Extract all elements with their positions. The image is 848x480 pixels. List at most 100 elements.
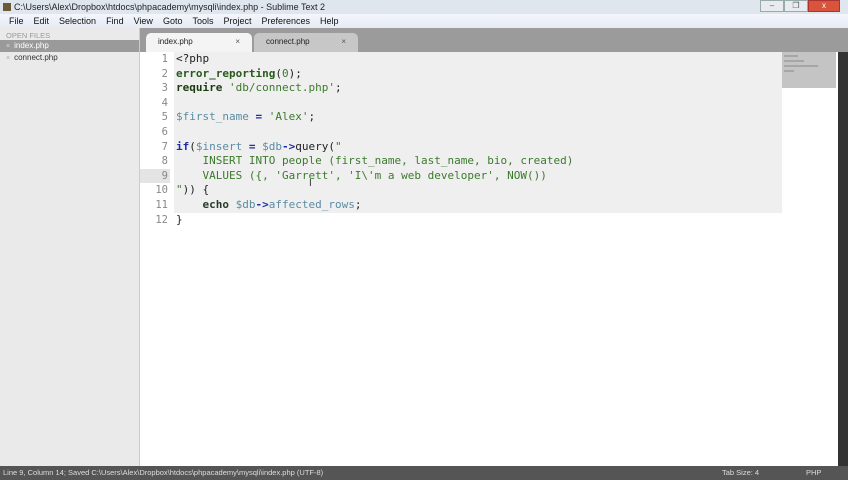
code-token: ; — [354, 197, 362, 211]
code-token: -> — [255, 197, 269, 211]
code-line[interactable]: ")) { — [174, 183, 782, 198]
code-token: $first_name — [176, 110, 249, 124]
tab-index-php[interactable]: index.php × — [146, 33, 252, 52]
tab-close-icon[interactable]: × — [341, 33, 346, 50]
line-number: 5 — [161, 111, 168, 124]
line-number: 11 — [155, 198, 168, 211]
tab-label: index.php — [158, 37, 193, 46]
file-name: index.php — [14, 41, 49, 50]
code-token: ); — [288, 66, 302, 80]
menu-preferences[interactable]: Preferences — [256, 14, 315, 28]
code-token: " — [334, 139, 342, 153]
line-number-gutter: 1 2 3 4 5 6 7 8 9 10 11 12 — [140, 52, 170, 227]
code-token: $insert — [195, 139, 243, 153]
menu-project[interactable]: Project — [218, 14, 256, 28]
code-token: INSERT INTO people (first_name, last_nam… — [176, 154, 574, 168]
tab-close-icon[interactable]: × — [235, 33, 240, 50]
status-message: Line 9, Column 14; Saved C:\Users\Alex\D… — [3, 468, 324, 477]
syntax-selector[interactable]: PHP — [806, 466, 821, 480]
code-line[interactable]: $first_name = 'Alex'; — [174, 110, 782, 125]
code-token: " — [176, 183, 183, 197]
menu-file[interactable]: File — [4, 14, 29, 28]
line-number: 6 — [161, 125, 168, 138]
minimap-line — [784, 65, 818, 67]
status-bar: Line 9, Column 14; Saved C:\Users\Alex\D… — [0, 466, 848, 480]
code-area[interactable]: <?php error_reporting(0); require 'db/conn… — [174, 52, 782, 227]
code-line[interactable]: echo $db->affected_rows; — [174, 197, 782, 213]
code-token: 'db/connect.php' — [228, 81, 335, 95]
maximize-button[interactable]: ❐ — [784, 0, 808, 12]
code-line[interactable]: require 'db/connect.php'; — [174, 81, 782, 96]
line-number: 4 — [161, 96, 168, 109]
code-editor[interactable]: 1 2 3 4 5 6 7 8 9 10 11 12 <?php error_reporting(0);… — [140, 52, 838, 466]
text-cursor-icon: I — [309, 178, 312, 189]
code-token: affected_rows — [268, 197, 355, 211]
menu-edit[interactable]: Edit — [29, 14, 55, 28]
tab-connect-php[interactable]: connect.php × — [254, 33, 358, 52]
menu-help[interactable]: Help — [315, 14, 344, 28]
code-line[interactable]: if($insert = $db->query(" — [174, 139, 782, 155]
open-files-heading: OPEN FILES — [6, 31, 51, 40]
code-token: )) { — [182, 183, 210, 197]
line-number: 10 — [155, 184, 168, 197]
code-line[interactable] — [174, 95, 782, 111]
tab-bar: index.php × connect.php × — [140, 28, 848, 52]
menu-tools[interactable]: Tools — [187, 14, 218, 28]
minimap[interactable] — [782, 52, 836, 88]
sidebar: OPEN FILES × index.php × connect.php — [0, 28, 140, 466]
code-token: <?php — [176, 52, 210, 65]
code-token: ( — [189, 139, 196, 153]
tab-label: connect.php — [266, 37, 310, 46]
code-token: $db — [235, 197, 256, 211]
code-token: require — [176, 81, 223, 95]
menu-goto[interactable]: Goto — [158, 14, 188, 28]
code-line[interactable]: INSERT INTO people (first_name, last_nam… — [174, 154, 782, 169]
close-button[interactable]: x — [808, 0, 840, 12]
code-token: 0 — [281, 66, 289, 80]
app-icon — [3, 3, 11, 11]
line-number: 2 — [161, 67, 168, 80]
code-token: 'Alex' — [268, 110, 309, 124]
line-number: 12 — [155, 213, 168, 226]
close-icon[interactable]: × — [6, 55, 10, 62]
menu-selection[interactable]: Selection — [54, 14, 101, 28]
minimize-button[interactable]: – — [760, 0, 784, 12]
title-bar: C:\Users\Alex\Dropbox\htdocs\phpacademy\… — [0, 0, 848, 14]
tab-size-selector[interactable]: Tab Size: 4 — [722, 466, 759, 480]
code-token: ( — [275, 66, 282, 80]
line-number: 7 — [161, 140, 168, 153]
line-number: 9 — [140, 168, 170, 184]
code-token: ; — [308, 110, 316, 124]
menu-bar: File Edit Selection Find View Goto Tools Projec… — [0, 14, 848, 28]
menu-find[interactable]: Find — [101, 14, 129, 28]
code-line[interactable] — [174, 124, 782, 140]
code-token: ; — [334, 81, 342, 95]
code-token: } — [176, 212, 183, 226]
code-line[interactable]: } — [174, 213, 782, 228]
code-token: if — [176, 139, 190, 153]
sidebar-file-index[interactable]: × index.php — [0, 40, 139, 52]
code-token: $db — [262, 139, 282, 153]
line-number: 8 — [161, 155, 168, 168]
code-line[interactable]: <?php — [174, 52, 782, 67]
code-token: query( — [295, 139, 335, 153]
code-line[interactable]: VALUES ({, 'Garrett', 'I\'m a web develo… — [174, 168, 782, 184]
code-line[interactable]: error_reporting(0); — [174, 66, 782, 82]
file-name: connect.php — [14, 53, 58, 62]
line-number: 3 — [161, 82, 168, 95]
sidebar-file-connect[interactable]: × connect.php — [0, 52, 139, 64]
minimap-line — [784, 55, 798, 57]
code-token: echo — [202, 197, 230, 211]
window-title: C:\Users\Alex\Dropbox\htdocs\phpacademy\… — [14, 2, 325, 12]
code-token: VALUES ({, 'Garrett', 'I\'m a web develo… — [176, 168, 547, 182]
menu-view[interactable]: View — [129, 14, 158, 28]
code-token: -> — [281, 139, 296, 153]
scrollbar[interactable] — [838, 52, 848, 466]
code-token: error_reporting — [176, 66, 276, 80]
close-icon[interactable]: × — [6, 43, 10, 50]
